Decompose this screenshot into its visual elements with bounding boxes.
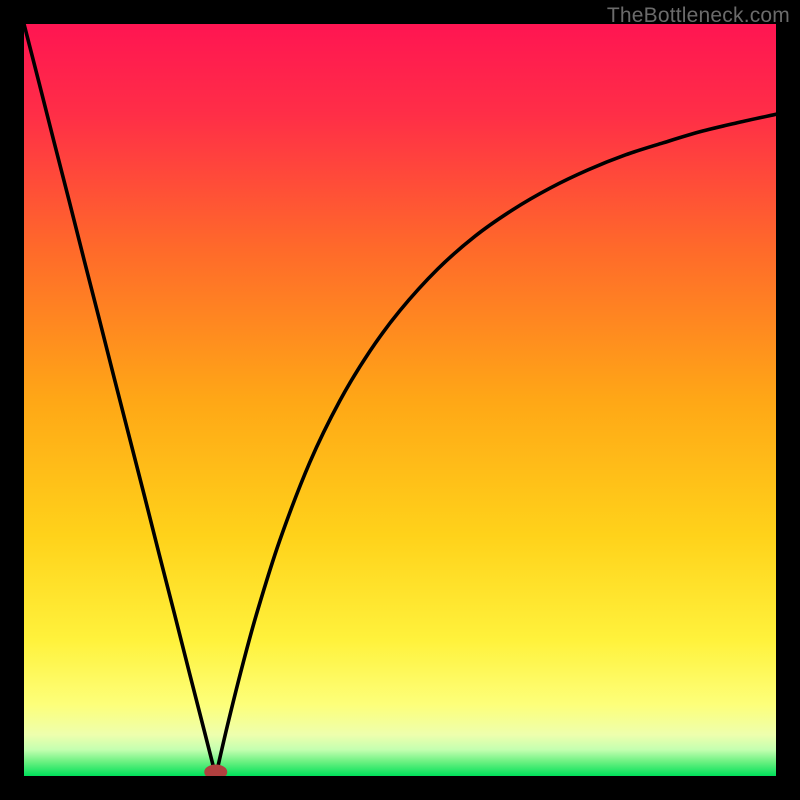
chart-frame [24, 24, 776, 776]
watermark-text: TheBottleneck.com [607, 4, 790, 28]
minimum-marker [205, 765, 227, 776]
gradient-background [24, 24, 776, 776]
bottleneck-chart [24, 24, 776, 776]
